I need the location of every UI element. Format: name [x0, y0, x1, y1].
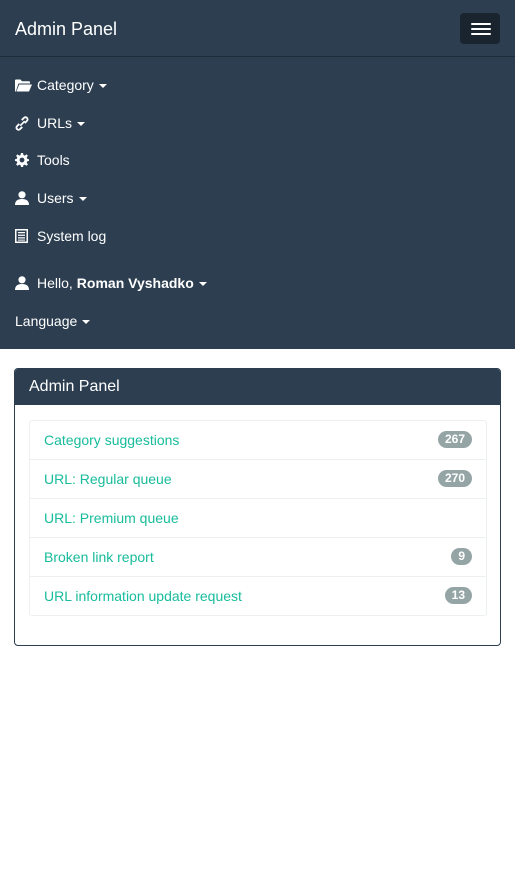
- list-item-label[interactable]: Category suggestions: [44, 432, 179, 449]
- admin-panel: Admin Panel Category suggestions 267 URL…: [14, 368, 501, 646]
- navbar: Admin Panel Category URLs Tools Users Sy…: [0, 0, 515, 349]
- nav-item-label: Language: [15, 313, 78, 329]
- nav-item-label: Category: [37, 77, 94, 93]
- caret-down-icon: [77, 122, 86, 126]
- navbar-toggle-button[interactable]: [460, 13, 500, 44]
- nav-item-label: URLs: [37, 115, 73, 131]
- caret-down-icon: [98, 84, 107, 88]
- list-item-label[interactable]: URL: Premium queue: [44, 510, 179, 527]
- hamburger-bar: [471, 33, 491, 35]
- cog-icon: [15, 152, 37, 168]
- admin-links-list: Category suggestions 267 URL: Regular qu…: [29, 420, 487, 616]
- folder-open-icon: [15, 77, 37, 93]
- nav-item-user-menu[interactable]: Hello, Roman Vyshadko: [15, 273, 207, 293]
- navbar-header: Admin Panel: [0, 0, 515, 57]
- caret-down-icon: [198, 282, 207, 286]
- brand-link[interactable]: Admin Panel: [15, 18, 117, 40]
- nav-item-label: System log: [37, 228, 107, 244]
- list-item-category-suggestions[interactable]: Category suggestions 267: [30, 421, 486, 459]
- list-item-label[interactable]: URL information update request: [44, 588, 242, 605]
- hamburger-bar: [471, 28, 491, 30]
- list-item-label[interactable]: URL: Regular queue: [44, 471, 172, 488]
- nav-item-users[interactable]: Users: [15, 188, 87, 208]
- hamburger-bar: [471, 23, 491, 25]
- user-icon: [15, 275, 37, 291]
- list-icon: [15, 228, 37, 244]
- user-name: Roman Vyshadko: [76, 275, 194, 291]
- nav-item-label: Tools: [37, 152, 70, 168]
- nav-item-category[interactable]: Category: [15, 75, 107, 95]
- caret-down-icon: [82, 320, 91, 324]
- nav-item-label: Users: [37, 190, 74, 206]
- list-item-url-update-request[interactable]: URL information update request 13: [30, 576, 486, 615]
- panel-title: Admin Panel: [15, 369, 500, 405]
- count-badge: 13: [444, 587, 472, 604]
- nav-item-urls[interactable]: URLs: [15, 113, 86, 133]
- list-item-url-regular-queue[interactable]: URL: Regular queue 270: [30, 459, 486, 498]
- list-item-broken-link-report[interactable]: Broken link report 9: [30, 537, 486, 576]
- caret-down-icon: [78, 197, 87, 201]
- user-icon: [15, 190, 37, 206]
- count-badge: 270: [437, 470, 472, 487]
- count-badge: 267: [437, 431, 472, 448]
- nav-item-system-log[interactable]: System log: [15, 226, 106, 246]
- list-item-url-premium-queue[interactable]: URL: Premium queue: [30, 498, 486, 537]
- list-item-label[interactable]: Broken link report: [44, 549, 154, 566]
- greeting-prefix: Hello,: [37, 275, 73, 291]
- count-badge: 9: [451, 548, 472, 565]
- nav-item-tools[interactable]: Tools: [15, 150, 70, 170]
- nav-item-language[interactable]: Language: [15, 311, 91, 331]
- link-icon: [15, 115, 37, 131]
